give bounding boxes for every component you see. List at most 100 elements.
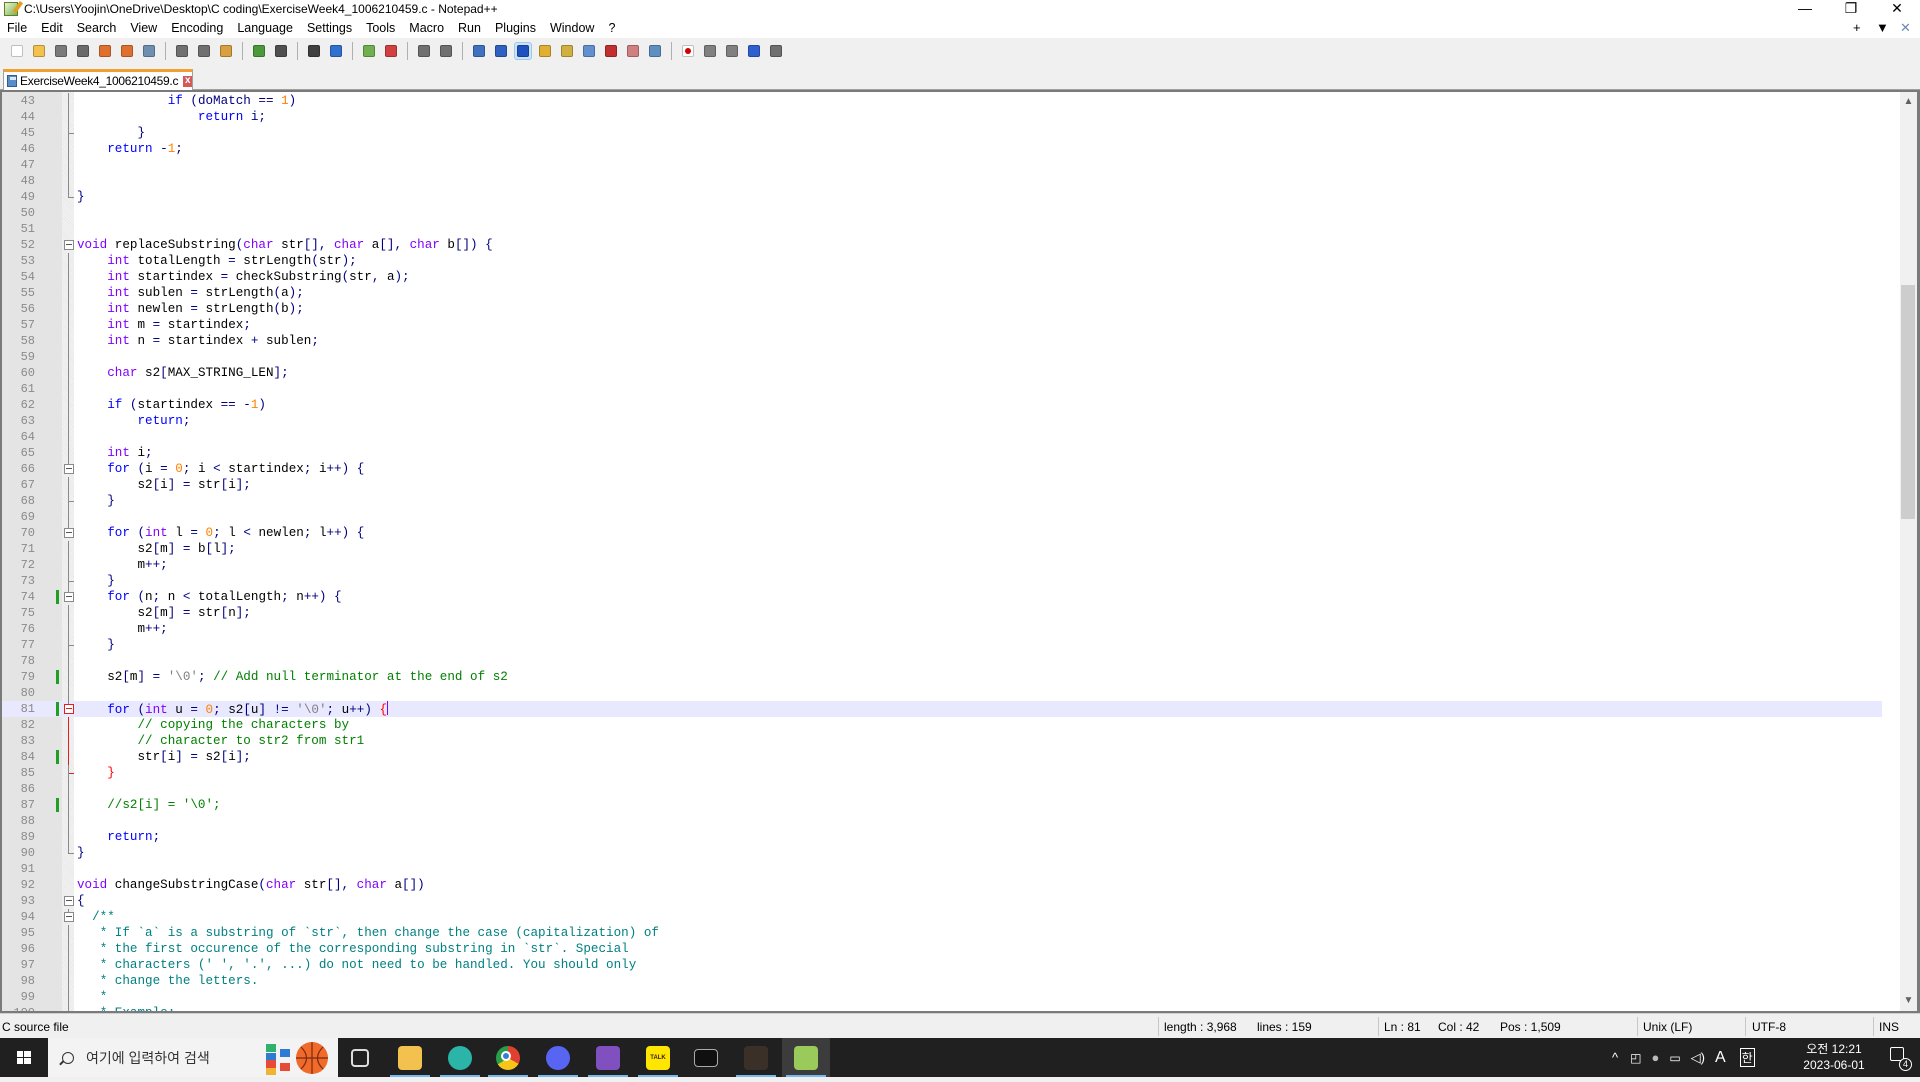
menu-edit[interactable]: Edit <box>34 21 70 35</box>
taskbar-clock[interactable]: 오전 12:21 2023-06-01 <box>1794 1041 1874 1073</box>
code-line[interactable]: 76 m++; <box>2 621 1882 637</box>
code-editor[interactable]: 43 if (doMatch == 1) 44 return i; 45 } 46 r… <box>0 90 1920 1013</box>
code-line[interactable]: 49} <box>2 189 1882 205</box>
code-line[interactable]: 74 for (n; n < totalLength; n++) { <box>2 589 1882 605</box>
code-line[interactable]: 44 return i; <box>2 109 1882 125</box>
taskbar-app-chrome[interactable] <box>484 1038 532 1077</box>
code-line[interactable]: 93 { <box>2 893 1882 909</box>
code-line[interactable]: 46 return -1; <box>2 141 1882 157</box>
fold-toggle-icon[interactable] <box>64 896 74 906</box>
menu-settings[interactable]: Settings <box>300 21 359 35</box>
code-line[interactable]: 61 <box>2 381 1882 397</box>
code-line[interactable]: 87 //s2[i] = '\0'; <box>2 797 1882 813</box>
code-line[interactable]: 45 } <box>2 125 1882 141</box>
taskbar-search-box[interactable]: 여기에 입력하여 검색 <box>48 1038 338 1077</box>
print-button[interactable] <box>141 43 157 59</box>
code-line[interactable]: 56 int newlen = strLength(b); <box>2 301 1882 317</box>
code-line[interactable]: 48 <box>2 173 1882 189</box>
close-button[interactable] <box>97 43 113 59</box>
code-line[interactable]: 71 s2[m] = b[l]; <box>2 541 1882 557</box>
menu-run[interactable]: Run <box>451 21 488 35</box>
code-line[interactable]: 88 <box>2 813 1882 829</box>
close-document-button[interactable]: ✕ <box>1900 18 1911 38</box>
close-tab-icon[interactable]: x <box>183 75 192 87</box>
code-line[interactable]: 84 str[i] = s2[i]; <box>2 749 1882 765</box>
taskbar-app-whale-browser[interactable] <box>436 1038 484 1077</box>
save-macro-button[interactable] <box>768 43 784 59</box>
redo-button[interactable] <box>273 43 289 59</box>
fold-toggle-icon[interactable] <box>64 912 74 922</box>
scroll-up-arrow-icon[interactable]: ▲ <box>1900 94 1917 110</box>
record-macro-button[interactable] <box>680 43 696 59</box>
code-line[interactable]: 62 if (startindex == -1) <box>2 397 1882 413</box>
stop-recording-button[interactable] <box>702 43 718 59</box>
code-line[interactable]: 78 <box>2 653 1882 669</box>
code-line[interactable]: 72 m++; <box>2 557 1882 573</box>
document-list-button[interactable] <box>581 43 597 59</box>
menu-plugins[interactable]: Plugins <box>488 21 543 35</box>
save-all-button[interactable] <box>75 43 91 59</box>
code-line[interactable]: 53 int totalLength = strLength(str); <box>2 253 1882 269</box>
code-line[interactable]: 68 } <box>2 493 1882 509</box>
volume-icon[interactable]: ◁) <box>1691 1050 1705 1066</box>
restore-button[interactable]: ❐ <box>1828 0 1874 18</box>
undo-button[interactable] <box>251 43 267 59</box>
code-line[interactable]: 86 <box>2 781 1882 797</box>
taskbar-app-file-explorer[interactable] <box>386 1038 434 1077</box>
network-icon[interactable]: ▭ <box>1669 1051 1680 1065</box>
menu-view[interactable]: View <box>123 21 164 35</box>
replace-button[interactable] <box>328 43 344 59</box>
code-line[interactable]: 100 * Example: <box>2 1005 1882 1011</box>
code-line[interactable]: 94 /** <box>2 909 1882 925</box>
fold-toggle-icon[interactable] <box>64 592 74 602</box>
word-wrap-button[interactable] <box>471 43 487 59</box>
code-line[interactable]: 82 // copying the characters by <box>2 717 1882 733</box>
cut-button[interactable] <box>174 43 190 59</box>
cloud-error-icon[interactable]: ● <box>1651 1050 1659 1065</box>
code-line[interactable]: 69 <box>2 509 1882 525</box>
taskbar-app-game-app[interactable] <box>732 1038 780 1077</box>
monitoring-button[interactable] <box>647 43 663 59</box>
show-all-chars-button[interactable] <box>493 43 509 59</box>
code-line[interactable]: 77 } <box>2 637 1882 653</box>
tab-exerciseweek4[interactable]: ExerciseWeek4_1006210459.c x <box>3 69 193 90</box>
taskbar-app-discord[interactable] <box>534 1038 582 1077</box>
code-line[interactable]: 57 int m = startindex; <box>2 317 1882 333</box>
menu-file[interactable]: File <box>0 21 34 35</box>
code-line[interactable]: 98 * change the letters. <box>2 973 1882 989</box>
ime-language-indicator[interactable]: 한 <box>1739 1048 1755 1067</box>
show-hidden-icons-button[interactable]: ^ <box>1612 1050 1618 1065</box>
code-line[interactable]: 83 // character to str2 from str1 <box>2 733 1882 749</box>
status-encoding[interactable]: UTF-8 <box>1752 1020 1786 1034</box>
fold-toggle-icon[interactable] <box>64 528 74 538</box>
new-tab-button[interactable]: + <box>1853 18 1861 38</box>
sync-vertical-button[interactable] <box>416 43 432 59</box>
vertical-scrollbar[interactable]: ▲ ▼ <box>1900 92 1917 1011</box>
code-line[interactable]: 81 for (int u = 0; s2[u] != '\0'; u++) { <box>2 701 1882 717</box>
menu-macro[interactable]: Macro <box>402 21 451 35</box>
code-line[interactable]: 79 s2[m] = '\0'; // Add null terminator … <box>2 669 1882 685</box>
code-line[interactable]: 99 * <box>2 989 1882 1005</box>
start-button[interactable] <box>0 1038 48 1077</box>
fold-toggle-icon[interactable] <box>64 464 74 474</box>
run-macro-multiple-button[interactable] <box>746 43 762 59</box>
save-button[interactable] <box>53 43 69 59</box>
zoom-out-button[interactable] <box>383 43 399 59</box>
code-line[interactable]: 51 <box>2 221 1882 237</box>
menu-encoding[interactable]: Encoding <box>164 21 230 35</box>
minimize-button[interactable]: — <box>1782 0 1828 18</box>
code-line[interactable]: 55 int sublen = strLength(a); <box>2 285 1882 301</box>
code-line[interactable]: 70 for (int l = 0; l < newlen; l++) { <box>2 525 1882 541</box>
code-line[interactable]: 85 } <box>2 765 1882 781</box>
code-line[interactable]: 92 void changeSubstringCase(char str[], c… <box>2 877 1882 893</box>
status-eol[interactable]: Unix (LF) <box>1643 1020 1692 1034</box>
code-line[interactable]: 60 char s2[MAX_STRING_LEN]; <box>2 365 1882 381</box>
code-line[interactable]: 47 <box>2 157 1882 173</box>
fold-toggle-icon[interactable] <box>64 240 74 250</box>
ime-mode-indicator[interactable]: A <box>1715 1049 1726 1067</box>
code-line[interactable]: 63 return; <box>2 413 1882 429</box>
open-file-button[interactable] <box>31 43 47 59</box>
code-line[interactable]: 65 int i; <box>2 445 1882 461</box>
indent-guide-button[interactable] <box>514 42 532 60</box>
code-line[interactable]: 66 for (i = 0; i < startindex; i++) { <box>2 461 1882 477</box>
